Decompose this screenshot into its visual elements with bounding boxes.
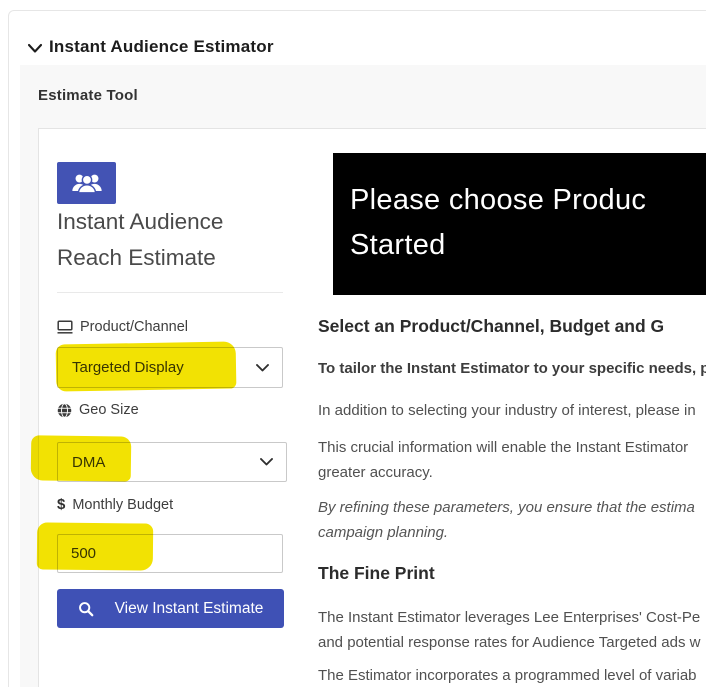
users-icon xyxy=(71,171,103,195)
monthly-budget-input[interactable] xyxy=(57,534,283,573)
intro-bold-paragraph: To tailor the Instant Estimator to your … xyxy=(318,360,706,377)
choose-product-banner: Please choose Produc Started xyxy=(333,153,706,295)
geo-size-label-text: Geo Size xyxy=(79,402,139,418)
card-title-line1: Instant Audience xyxy=(57,204,223,240)
monthly-budget-label: $ Monthly Budget xyxy=(57,496,173,513)
page: Instant Audience Estimator Estimate Tool… xyxy=(0,0,706,687)
banner-line2: Started xyxy=(350,223,706,268)
chevron-down-icon xyxy=(256,364,269,372)
refine-line1: By refining these parameters, you ensure… xyxy=(318,495,695,520)
monthly-budget-label-text: Monthly Budget xyxy=(72,497,173,513)
refine-line2: campaign planning. xyxy=(318,520,695,545)
leverages-line1: The Instant Estimator leverages Lee Ente… xyxy=(318,605,700,630)
leverages-line2: and potential response rates for Audienc… xyxy=(318,630,700,655)
product-channel-label-text: Product/Channel xyxy=(80,319,188,335)
geo-size-select[interactable]: DMA xyxy=(57,442,287,482)
leverages-paragraph: The Instant Estimator leverages Lee Ente… xyxy=(318,605,700,655)
chevron-down-icon xyxy=(28,43,42,53)
dollar-icon: $ xyxy=(57,496,65,513)
crucial-info-line1: This crucial information will enable the… xyxy=(318,435,688,460)
accordion-title: Instant Audience Estimator xyxy=(49,37,274,57)
product-channel-label: Product/Channel xyxy=(57,319,188,335)
users-icon-tile xyxy=(57,162,116,204)
desktop-icon xyxy=(57,320,73,334)
search-icon xyxy=(78,601,94,617)
crucial-info-paragraph: This crucial information will enable the… xyxy=(318,435,688,485)
divider xyxy=(57,292,283,293)
geo-size-value: DMA xyxy=(72,454,105,471)
view-instant-estimate-button[interactable]: View Instant Estimate xyxy=(57,589,284,628)
accordion-header[interactable]: Instant Audience Estimator xyxy=(8,10,706,55)
chevron-down-icon xyxy=(260,458,273,466)
banner-line1: Please choose Produc xyxy=(350,178,706,223)
select-instructions-heading: Select an Product/Channel, Budget and G xyxy=(318,316,664,337)
fine-print-heading: The Fine Print xyxy=(318,563,435,584)
industry-paragraph: In addition to selecting your industry o… xyxy=(318,398,696,423)
product-channel-select[interactable]: Targeted Display xyxy=(57,347,283,388)
incorporates-paragraph: The Estimator incorporates a programmed … xyxy=(318,663,697,687)
crucial-info-line2: greater accuracy. xyxy=(318,460,688,485)
refine-paragraph: By refining these parameters, you ensure… xyxy=(318,495,695,545)
view-instant-estimate-label: View Instant Estimate xyxy=(115,600,264,618)
card-title: Instant Audience Reach Estimate xyxy=(57,204,223,276)
card-title-line2: Reach Estimate xyxy=(57,240,223,276)
product-channel-value: Targeted Display xyxy=(72,359,184,376)
geo-size-label: Geo Size xyxy=(57,402,139,418)
globe-icon xyxy=(57,403,72,418)
panel-title: Estimate Tool xyxy=(38,87,138,104)
